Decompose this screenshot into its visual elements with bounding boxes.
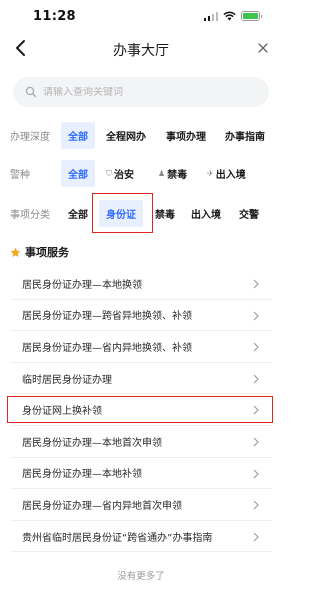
list-item-label: 临时居民身份证办理 [22, 374, 112, 386]
list-item[interactable]: 居民身份证办理—本地换领 [10, 268, 272, 300]
wifi-icon [223, 11, 236, 21]
list-item[interactable]: 贵州省临时居民身份证“跨省通办”办事指南 [10, 521, 272, 553]
chip-police-drug[interactable]: ♟ 禁毒 [158, 166, 187, 181]
chevron-right-icon [253, 532, 259, 542]
list-item-label: 居民身份证办理—跨省异地换领、补领 [22, 311, 192, 323]
chip-depth-online[interactable]: 全程网办 [106, 128, 146, 143]
person-icon: ♟ [158, 169, 166, 178]
search-input[interactable] [43, 86, 243, 98]
list-item-highlighted[interactable]: 身份证网上换补领 [7, 394, 273, 426]
filter-label-depth: 办理深度 [10, 132, 50, 143]
list-item-label: 居民身份证办理—本地补领 [22, 469, 142, 481]
battery-icon [241, 11, 262, 21]
nav-bar: 办事大厅 [0, 32, 282, 66]
list-item-label: 居民身份证办理—省内异地首次申领 [22, 500, 182, 512]
filter-row-depth: 办理深度 全部 全程网办 事项办理 办事指南 [0, 122, 282, 149]
chip-police-all[interactable]: 全部 [61, 160, 95, 187]
page-title: 办事大厅 [113, 43, 169, 59]
filter-row-police: 警种 全部 ⛉ 治安 ♟ 禁毒 ✈ 出入境 [0, 160, 282, 187]
chevron-right-icon [253, 311, 259, 320]
chip-label: 出入境 [215, 170, 246, 181]
list-item-label: 居民身份证办理—本地首次申领 [22, 437, 162, 449]
list-item-label: 居民身份证办理—省内异地换领、补领 [22, 342, 192, 354]
chip-police-security[interactable]: ⛉ 治安 [106, 166, 134, 182]
status-bar: 11:28 [0, 0, 282, 32]
chevron-right-icon [253, 374, 259, 384]
chip-category-traffic[interactable]: 交警 [239, 206, 259, 221]
list-item[interactable]: 居民身份证办理—省内异地首次申领 [10, 489, 272, 521]
service-list: 居民身份证办理—本地换领 居民身份证办理—跨省异地换领、补领 居民身份证办理—省… [7, 268, 273, 553]
filter-label-police: 警种 [10, 170, 30, 181]
chip-depth-guide[interactable]: 办事指南 [225, 128, 265, 143]
item-highlight-box [7, 396, 273, 424]
list-item[interactable]: 居民身份证办理—本地补领 [10, 458, 272, 490]
plane-icon: ✈ [207, 169, 214, 178]
chip-category-all[interactable]: 全部 [68, 206, 88, 221]
filter-label-category: 事项分类 [10, 210, 50, 221]
status-icons [203, 11, 262, 21]
section-header: 事项服务 [10, 244, 69, 260]
section-title: 事项服务 [25, 246, 69, 259]
list-item[interactable]: 居民身份证办理—跨省异地换领、补领 [10, 300, 272, 332]
chip-police-immigration[interactable]: ✈ 出入境 [207, 166, 246, 181]
chevron-right-icon [253, 405, 259, 415]
chevron-right-icon [253, 342, 259, 352]
status-time: 11:28 [33, 9, 76, 24]
chip-category-drug[interactable]: 禁毒 [155, 206, 175, 221]
close-icon[interactable] [256, 41, 270, 55]
search-icon [25, 86, 37, 98]
chevron-right-icon [253, 500, 259, 510]
chip-label: 禁毒 [167, 170, 188, 181]
list-item[interactable]: 居民身份证办理—本地首次申领 [10, 426, 272, 458]
chip-category-immigration[interactable]: 出入境 [191, 206, 221, 221]
list-item-label: 居民身份证办理—本地换领 [22, 279, 142, 291]
chip-depth-handle[interactable]: 事项办理 [166, 128, 206, 143]
chip-depth-all[interactable]: 全部 [61, 122, 95, 149]
chip-label: 治安 [114, 170, 134, 181]
list-item[interactable]: 临时居民身份证办理 [10, 363, 272, 395]
star-icon [10, 247, 21, 257]
signal-icon [203, 11, 218, 21]
chevron-right-icon [253, 437, 259, 447]
list-item-label: 贵州省临时居民身份证“跨省通办”办事指南 [22, 532, 213, 544]
idcard-highlight-box [92, 193, 153, 233]
search-box[interactable] [13, 77, 269, 107]
chevron-right-icon [253, 469, 259, 478]
chevron-right-icon [253, 279, 259, 289]
list-item[interactable]: 居民身份证办理—省内异地换领、补领 [10, 331, 272, 363]
shield-icon: ⛉ [106, 168, 112, 178]
no-more-text: 没有更多了 [117, 571, 165, 582]
